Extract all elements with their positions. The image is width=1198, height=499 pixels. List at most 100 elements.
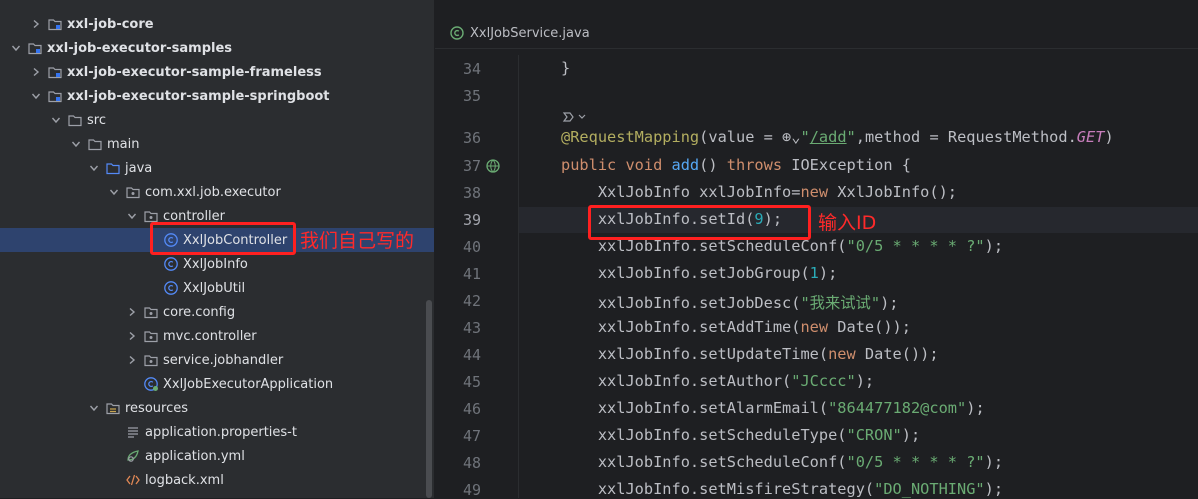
code-token: IOException { xyxy=(791,156,911,174)
tab-xxljobservice[interactable]: XxlJobService.java xyxy=(435,18,590,48)
chevron-down-icon[interactable] xyxy=(68,136,84,152)
code-token: "0/5 * * * * ?" xyxy=(846,453,985,471)
code-token: new xyxy=(800,183,838,201)
code-token: ); xyxy=(855,372,875,390)
code-token: ); xyxy=(984,480,1004,498)
code-token: xxlJobInfo.setMisfireStrategy( xyxy=(561,480,875,498)
code-token: 1 xyxy=(809,264,819,282)
annotation-box-controller xyxy=(150,222,296,255)
code-line[interactable]: xxlJobInfo.setScheduleType("CRON"); xyxy=(561,426,920,444)
tree-item[interactable]: application.properties-t xyxy=(0,420,434,444)
tree-item-label: service.jobhandler xyxy=(163,352,284,368)
code-token: xxlJobInfo.setJobGroup( xyxy=(561,264,810,282)
code-line[interactable]: xxlJobInfo.setAuthor("JCccc"); xyxy=(561,372,874,390)
editor-tab-bar: XxlJobService.java xyxy=(435,18,1198,49)
tree-item[interactable]: XxlJobInfo xyxy=(0,252,434,276)
code-line[interactable]: XxlJobInfo xxlJobInfo=new XxlJobInfo(); xyxy=(561,183,957,201)
resources-folder-icon xyxy=(105,400,121,416)
line-number: 36 xyxy=(462,129,481,147)
code-line[interactable]: @RequestMapping(value = ⊕⌄"/add",method … xyxy=(561,128,1114,146)
spring-class-icon xyxy=(143,376,159,392)
code-token: XxlJobInfo xxlJobInfo= xyxy=(561,183,801,201)
tree-item[interactable]: logback.xml xyxy=(0,468,434,492)
tree-item[interactable]: src xyxy=(0,108,434,132)
line-number: 38 xyxy=(462,184,481,202)
tree-item-label: xxl-job-core xyxy=(67,16,154,32)
chevron-right-icon[interactable] xyxy=(124,352,140,368)
code-token: ); xyxy=(984,453,1004,471)
tree-item[interactable]: xxl-job-executor-samples xyxy=(0,36,434,60)
code-editor[interactable]: XxlJobService.java 34 35 36 37 38 39 40 41 42 43 4… xyxy=(435,0,1198,499)
source-folder-icon xyxy=(105,160,121,176)
chevron-down-icon[interactable] xyxy=(86,160,102,176)
chevron-down-icon[interactable] xyxy=(106,184,122,200)
code-line[interactable]: xxlJobInfo.setJobGroup(1); xyxy=(561,264,837,282)
line-number: 49 xyxy=(462,481,481,499)
chevron-down-icon[interactable] xyxy=(28,88,44,104)
code-token: XxlJobInfo(); xyxy=(837,183,958,201)
line-number: 42 xyxy=(462,292,481,310)
code-token: ); xyxy=(880,294,899,312)
tree-item[interactable]: java xyxy=(0,156,434,180)
web-endpoint-icon[interactable] xyxy=(485,158,501,178)
xml-file-icon xyxy=(125,472,141,488)
chevron-down-icon[interactable] xyxy=(8,40,24,56)
chevron-down-icon[interactable] xyxy=(124,208,140,224)
chevron-down-icon[interactable] xyxy=(86,400,102,416)
tree-item-label: XxlJobUtil xyxy=(183,280,246,296)
code-token: " xyxy=(846,128,856,146)
tree-item[interactable]: mvc.controller xyxy=(0,324,434,348)
code-line[interactable]: xxlJobInfo.setAlarmEmail("864477182@com"… xyxy=(561,399,985,417)
tree-item[interactable]: XxlJobUtil xyxy=(0,276,434,300)
code-token: ); xyxy=(818,264,838,282)
tree-item[interactable]: xxl-job-core xyxy=(0,12,434,36)
properties-file-icon xyxy=(125,424,141,440)
chevron-right-icon[interactable] xyxy=(28,64,44,80)
code-line[interactable]: } xyxy=(561,59,570,77)
tree-item[interactable]: service.jobhandler xyxy=(0,348,434,372)
code-token: new xyxy=(828,345,865,363)
class-icon xyxy=(163,256,179,272)
tree-item[interactable]: application.yml xyxy=(0,444,434,468)
yaml-file-icon xyxy=(125,448,141,464)
tree-item[interactable]: xxl-job-executor-sample-springboot xyxy=(0,84,434,108)
code-token: xxlJobInfo.setUpdateTime( xyxy=(561,345,829,363)
code-line[interactable]: xxlJobInfo.setAddTime(new Date()); xyxy=(561,318,911,336)
tree-item[interactable]: xxl-job-executor-sample-frameless xyxy=(0,60,434,84)
tree-item[interactable]: com.xxl.job.executor xyxy=(0,180,434,204)
tree-item[interactable]: resources xyxy=(0,396,434,420)
code-token: GET xyxy=(1076,128,1105,146)
code-token: add xyxy=(671,156,700,174)
chevron-right-icon[interactable] xyxy=(124,328,140,344)
code-token: /add xyxy=(809,128,847,146)
code-line[interactable]: xxlJobInfo.setMisfireStrategy("DO_NOTHIN… xyxy=(561,480,1003,498)
tree-item[interactable]: main xyxy=(0,132,434,156)
tree-scrollbar[interactable] xyxy=(426,300,432,498)
code-token: "JCccc" xyxy=(791,372,856,390)
tab-label: XxlJobService.java xyxy=(470,25,590,41)
code-token: public void xyxy=(561,156,672,174)
tree-item[interactable]: XxlJobExecutorApplication xyxy=(0,372,434,396)
tree-item[interactable]: core.config xyxy=(0,300,434,324)
code-token: throws xyxy=(726,156,792,174)
package-icon xyxy=(143,304,159,320)
code-token: Date()); xyxy=(864,345,939,363)
code-line[interactable]: xxlJobInfo.setUpdateTime(new Date()); xyxy=(561,345,939,363)
code-line[interactable]: xxlJobInfo.setScheduleConf("0/5 * * * * … xyxy=(561,453,1003,471)
code-token: xxlJobInfo.setAddTime( xyxy=(561,318,801,336)
chevron-down-icon[interactable] xyxy=(48,112,64,128)
tree-item-label: java xyxy=(125,160,153,176)
ai-hint-icon[interactable] xyxy=(561,109,587,128)
code-token: xxlJobInfo.setAlarmEmail( xyxy=(561,399,829,417)
chevron-right-icon[interactable] xyxy=(124,304,140,320)
annotation-box-setid xyxy=(588,205,811,240)
package-icon xyxy=(125,184,141,200)
code-line[interactable]: public void add() throws IOException { xyxy=(561,156,911,174)
chevron-right-icon[interactable] xyxy=(28,16,44,32)
code-token: new xyxy=(800,318,838,336)
tree-item-label: application.properties-t xyxy=(145,424,297,440)
tree-item-label: com.xxl.job.executor xyxy=(145,184,281,200)
line-number-gutter: 34 35 36 37 38 39 40 41 42 43 44 45 46 47 48 49 xyxy=(435,55,519,499)
code-line[interactable]: xxlJobInfo.setJobDesc("我来试试"); xyxy=(561,291,899,313)
